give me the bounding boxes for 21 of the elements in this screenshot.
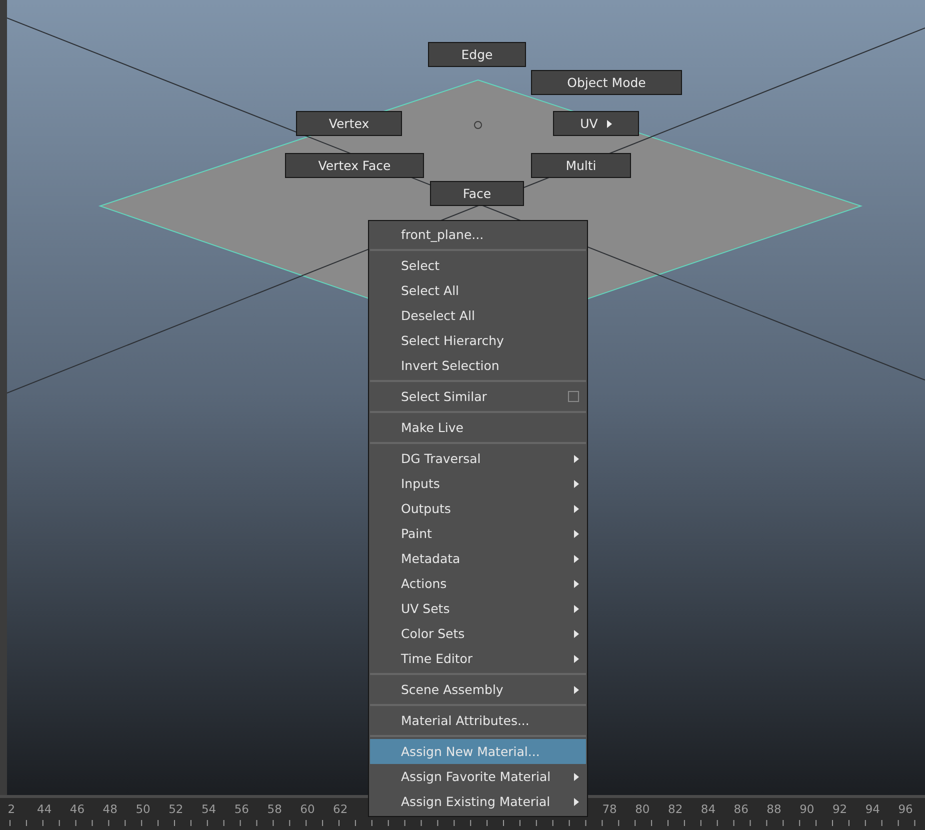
- frame-number: 58: [266, 802, 283, 818]
- frame-number: 80: [634, 802, 651, 818]
- frame-number: 94: [864, 802, 881, 818]
- frame-number: 78: [601, 802, 618, 818]
- frame-number: 54: [200, 802, 218, 818]
- frame-number: 84: [700, 802, 717, 818]
- frame-number: 82: [667, 802, 684, 818]
- frame-number: 50: [134, 802, 152, 818]
- frame-number: 46: [68, 802, 86, 818]
- frame-number: 48: [102, 802, 118, 818]
- frame-number: 44: [36, 802, 53, 818]
- frame-number: 96: [897, 802, 914, 818]
- frame-number: 62: [332, 802, 349, 818]
- frame-number: 92: [831, 802, 848, 818]
- frame-number: 88: [766, 802, 782, 818]
- frame-number: 2: [6, 802, 16, 818]
- frame-number: 60: [299, 802, 316, 818]
- frame-number: 56: [233, 802, 250, 818]
- frame-number: 90: [798, 802, 816, 818]
- frame-number: 52: [168, 802, 184, 818]
- frame-number: 86: [732, 802, 750, 818]
